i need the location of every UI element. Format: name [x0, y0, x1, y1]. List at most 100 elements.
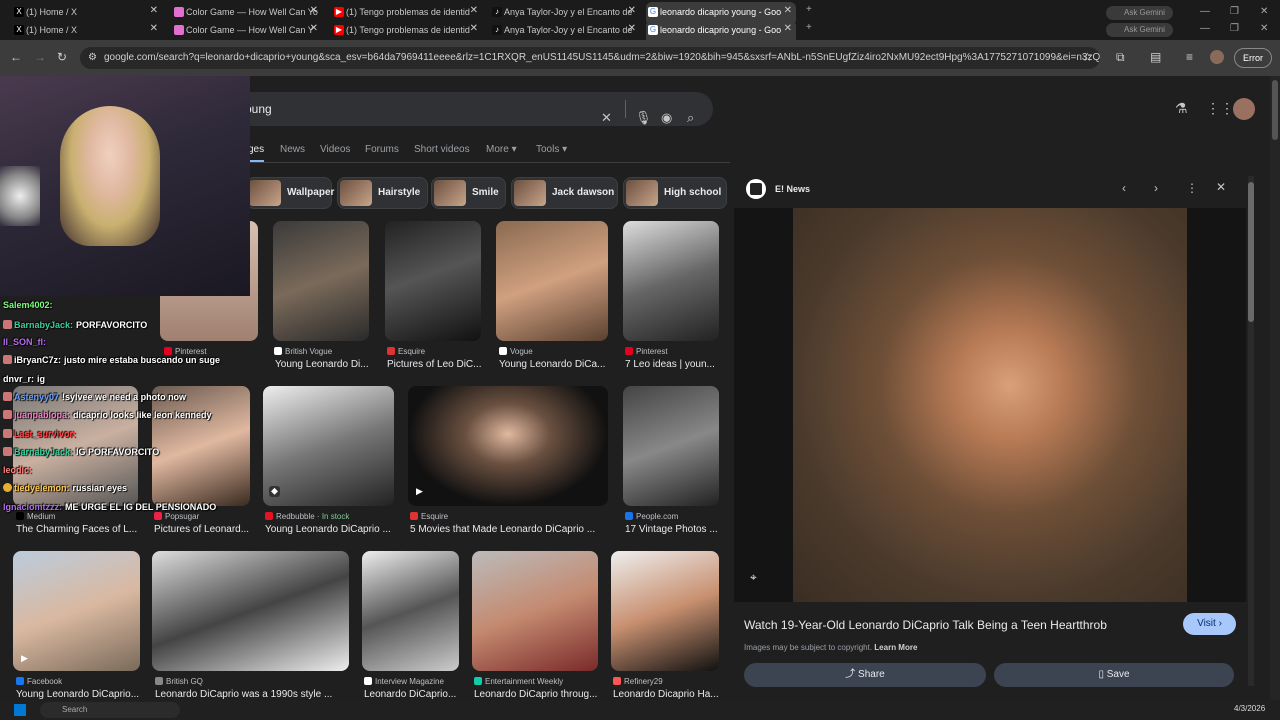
next-icon[interactable]: ›	[1154, 181, 1158, 195]
tab-google-search[interactable]: Gleonardo dicaprio young - Goo ✕	[646, 2, 796, 22]
close-icon[interactable]: ✕	[470, 5, 478, 16]
tab-tiktok[interactable]: ♪ Anya Taylor-Joy y el Encanto de ✕	[490, 2, 640, 22]
image-result[interactable]	[496, 221, 608, 341]
page-scrollbar[interactable]	[1270, 76, 1280, 700]
image-title[interactable]: 17 Vintage Photos ...	[625, 524, 720, 535]
image-title[interactable]: Leonardo DiCaprio...	[364, 689, 460, 700]
image-result[interactable]	[611, 551, 719, 671]
image-title[interactable]: Young Leonardo DiCa...	[499, 359, 607, 370]
image-result[interactable]: ⬥	[263, 386, 394, 506]
tab-youtube[interactable]: ▶ (1) Tengo problemas de identid ✕	[332, 20, 482, 40]
apps-grid-icon[interactable]: ⋮⋮	[1206, 100, 1234, 117]
tab-x-home[interactable]: X (1) Home / X ✕	[12, 20, 162, 40]
account-avatar[interactable]	[1233, 98, 1255, 120]
error-button[interactable]: Error	[1234, 48, 1272, 68]
new-tab-icon[interactable]: +	[806, 4, 812, 15]
image-source[interactable]: British Vogue	[274, 347, 332, 356]
lens-icon[interactable]: ◉	[661, 101, 672, 135]
image-source[interactable]: Refinery29	[613, 677, 663, 686]
image-title[interactable]: Young Leonardo Di...	[275, 359, 370, 370]
labs-flask-icon[interactable]: ⚗	[1175, 100, 1188, 117]
share-button[interactable]: ⤴ Share	[744, 663, 986, 687]
tab-tiktok[interactable]: ♪ Anya Taylor-Joy y el Encanto de ✕	[490, 20, 640, 40]
image-title[interactable]: Leonardo Dicaprio Ha...	[613, 689, 719, 700]
save-button[interactable]: ▯ Save	[994, 663, 1234, 687]
chip-jack-dawson[interactable]: Jack dawson	[511, 177, 618, 209]
image-result[interactable]	[273, 221, 369, 341]
site-info-icon[interactable]: ⚙	[88, 47, 97, 69]
image-source[interactable]: Vogue	[499, 347, 533, 356]
sidepanel-icon[interactable]: ▤	[1150, 50, 1161, 64]
image-result[interactable]: ▶	[13, 551, 140, 671]
clear-icon[interactable]: ✕	[601, 101, 612, 135]
scrollbar-thumb[interactable]	[1272, 80, 1278, 140]
tab-color-game[interactable]: Color Game — How Well Can Yo ✕	[172, 2, 322, 22]
taskbar-search[interactable]: Search	[40, 702, 180, 718]
more-options-icon[interactable]: ⋮	[1186, 181, 1198, 195]
close-icon[interactable]: ✕	[784, 5, 792, 16]
tab-google-search[interactable]: Gleonardo dicaprio young - Goo ✕	[646, 20, 796, 40]
maximize-icon[interactable]: ❐	[1230, 23, 1239, 34]
chip-high-school[interactable]: High school	[623, 177, 727, 209]
image-source[interactable]: Pinterest	[625, 347, 668, 356]
profile-avatar[interactable]	[1210, 50, 1224, 64]
image-title[interactable]: Pictures of Leonard...	[154, 524, 250, 535]
image-source[interactable]: People.com	[625, 512, 678, 521]
tab-youtube[interactable]: ▶ (1) Tengo problemas de identid ✕	[332, 2, 482, 22]
image-source[interactable]: Interview Magazine	[364, 677, 444, 686]
image-result[interactable]	[362, 551, 459, 671]
previous-icon[interactable]: ‹	[1122, 181, 1126, 195]
image-result[interactable]	[152, 386, 250, 506]
minimize-icon[interactable]: —	[1200, 23, 1210, 34]
close-icon[interactable]: ✕	[628, 5, 636, 16]
new-tab-icon[interactable]: +	[806, 22, 812, 33]
tab-images[interactable]: ges	[248, 144, 264, 155]
image-title[interactable]: Pictures of Leo DiC...	[387, 359, 482, 370]
close-icon[interactable]: ✕	[150, 5, 158, 16]
image-source[interactable]: Esquire	[387, 347, 425, 356]
close-window-icon[interactable]: ✕	[1260, 23, 1268, 34]
scrollbar-thumb[interactable]	[1248, 182, 1254, 322]
image-source[interactable]: Redbubble · In stock	[265, 512, 349, 521]
tools-button[interactable]: Tools ▾	[536, 144, 567, 155]
image-source[interactable]: British GQ	[155, 677, 203, 686]
image-source[interactable]: Popsugar	[154, 512, 199, 521]
ask-gemini-button[interactable]: Ask Gemini	[1106, 23, 1173, 37]
search-icon[interactable]: ⌕	[687, 101, 694, 135]
image-source[interactable]: Esquire	[410, 512, 448, 521]
image-source[interactable]: Entertainment Weekly	[474, 677, 563, 686]
image-result[interactable]	[152, 551, 349, 671]
panel-source[interactable]: E! News	[775, 184, 810, 194]
close-icon[interactable]: ✕	[784, 23, 792, 34]
image-title[interactable]: 7 Leo ideas | youn...	[625, 359, 720, 370]
close-icon[interactable]: ✕	[150, 23, 158, 34]
extensions-icon[interactable]: ⧉	[1116, 50, 1125, 65]
image-result[interactable]	[472, 551, 598, 671]
forward-icon[interactable]: →	[34, 50, 46, 64]
back-icon[interactable]: ←	[10, 50, 22, 64]
ask-gemini-button[interactable]: Ask Gemini	[1106, 6, 1173, 20]
image-source[interactable]: Facebook	[16, 677, 62, 686]
lens-search-icon[interactable]: ⌖	[750, 570, 757, 585]
tab-color-game[interactable]: Color Game — How Well Can Y ✕	[172, 20, 322, 40]
chip-smile[interactable]: Smile	[431, 177, 506, 209]
minimize-icon[interactable]: —	[1200, 6, 1210, 17]
bookmark-star-icon[interactable]: ☆	[1082, 50, 1093, 64]
image-result[interactable]: ▶	[408, 386, 608, 506]
tab-news[interactable]: News	[280, 144, 305, 155]
close-icon[interactable]: ✕	[310, 5, 318, 16]
image-title[interactable]: 5 Movies that Made Leonardo DiCaprio ...	[410, 524, 608, 535]
chip-wallpaper[interactable]: Wallpaper	[246, 177, 334, 209]
image-title[interactable]: Leonardo DiCaprio was a 1990s style ...	[155, 689, 350, 700]
image-title[interactable]: Leonardo DiCaprio throug...	[474, 689, 598, 700]
reload-icon[interactable]: ↻	[57, 50, 67, 64]
tab-more[interactable]: More ▾	[486, 144, 517, 155]
microphone-icon[interactable]: 🎙	[635, 101, 652, 135]
search-input[interactable]: oung ✕ 🎙 ◉ ⌕	[215, 92, 713, 126]
close-window-icon[interactable]: ✕	[1260, 6, 1268, 17]
image-title[interactable]: Young Leonardo DiCaprio ...	[265, 524, 395, 535]
tab-forums[interactable]: Forums	[365, 144, 399, 155]
media-icon[interactable]: ≡	[1186, 50, 1193, 64]
close-panel-icon[interactable]: ✕	[1216, 180, 1226, 194]
address-bar[interactable]: ⚙ google.com/search?q=leonardo+dicaprio+…	[80, 47, 1100, 69]
